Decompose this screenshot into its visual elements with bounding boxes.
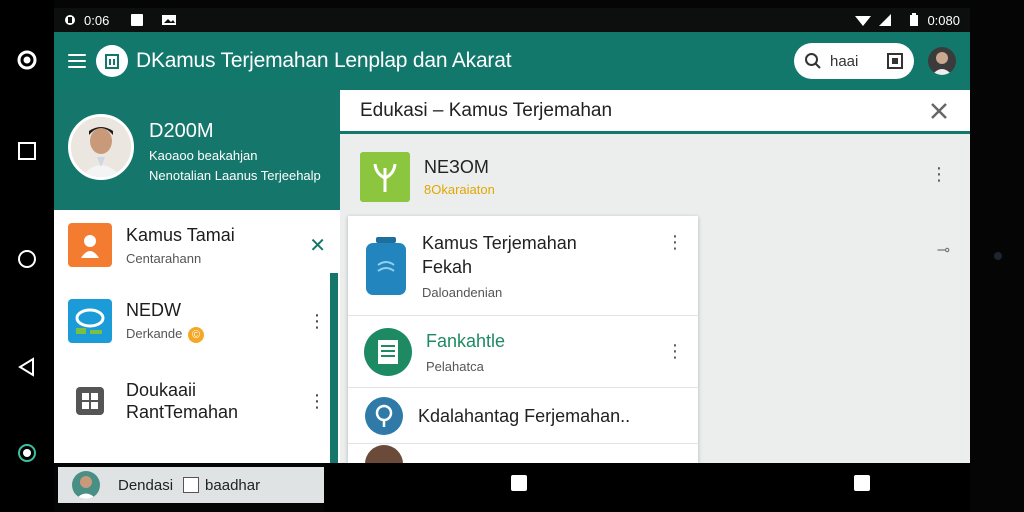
checkbox-icon[interactable] <box>183 477 200 493</box>
grid-icon <box>68 379 112 423</box>
drawer-list: Kamus Tamai Centarahann ✕ NEDW Derkande … <box>54 210 340 463</box>
featured-item[interactable]: NEЗOM 8Okaraiaton ⋮ <box>340 142 970 212</box>
list-item-subtitle: Pelahatca <box>426 359 484 374</box>
more-vert-icon[interactable]: ⋮ <box>930 164 948 185</box>
navigation-drawer: D200M Kaoaoo beakahjan Nenotalian Laanus… <box>54 90 340 463</box>
square-icon <box>131 14 144 26</box>
search-box[interactable] <box>794 43 914 79</box>
status-bar: 0:06 0:080 <box>54 8 970 32</box>
app-title: DKamus Terjemahan Lenplap dan Akarat <box>136 49 512 73</box>
person-icon <box>68 223 112 267</box>
list-item-partial[interactable] <box>348 444 698 463</box>
drawer-user-line1: Kaoaoo beakahjan <box>149 148 258 163</box>
list-item-title: Fankahtle <box>426 331 506 351</box>
home-circle-icon[interactable] <box>14 246 40 272</box>
coin-badge-icon: © <box>188 327 204 343</box>
search-icon[interactable] <box>804 52 822 70</box>
cloud-chat-icon <box>68 299 112 343</box>
plant-icon <box>360 152 410 202</box>
list-item-title: Kamus Terjemahan <box>422 233 577 253</box>
list-item-subtitle: Daloandenian <box>422 285 503 300</box>
document-list-icon <box>364 327 412 376</box>
signal-icon <box>879 13 892 26</box>
more-vert-icon[interactable]: ⋮ <box>666 341 684 362</box>
peek-avatar <box>72 471 100 499</box>
drawer-item-sublabel: Derkande © <box>126 326 204 343</box>
content-header: Edukasi – Kamus Terjemahan <box>340 90 970 134</box>
image-icon <box>162 15 177 25</box>
drawer-item-kamus-tamai[interactable]: Kamus Tamai Centarahann ✕ <box>54 214 340 276</box>
content-title: Edukasi – Kamus Terjemahan <box>360 99 613 121</box>
filter-icon[interactable] <box>886 52 904 70</box>
radio-icon[interactable] <box>14 47 40 73</box>
dot-circle-icon[interactable] <box>14 440 40 466</box>
search-input[interactable] <box>830 52 878 70</box>
app-logo-icon <box>96 45 128 77</box>
pin-icon[interactable]: ⊸ <box>937 240 950 260</box>
square-icon[interactable] <box>511 475 527 491</box>
drawer-user-name: D200M <box>149 120 214 142</box>
main-content: Edukasi – Kamus Terjemahan NEЗOM 8Okarai… <box>340 90 970 463</box>
partial-avatar-icon <box>364 444 404 463</box>
featured-title: NEЗOM <box>424 157 489 177</box>
camera-dot <box>994 252 1002 260</box>
profile-avatar[interactable] <box>928 47 956 75</box>
close-icon[interactable] <box>928 100 950 122</box>
app-title-text: Kamus Terjemahan Lenplap dan Akarat <box>150 49 512 72</box>
back-triangle-icon[interactable] <box>14 354 40 380</box>
peek-label-2: baadhar <box>205 476 261 494</box>
system-navigation <box>0 0 54 512</box>
app-bar: DKamus Terjemahan Lenplap dan Akarat <box>54 32 970 90</box>
list-item-title: Kdalahantag Ferjemahan.. <box>418 405 631 426</box>
more-vert-icon[interactable]: ⋮ <box>308 311 326 332</box>
result-card: Kamus Terjemahan Fekah Daloandenian ⋮ Fa… <box>348 216 698 463</box>
drawer-user-line2: Nenotalian Laanus Terjeehalp <box>149 168 321 183</box>
drawer-avatar[interactable] <box>68 114 134 180</box>
more-vert-icon[interactable]: ⋮ <box>666 232 684 253</box>
device-frame: 0:06 0:080 DKamus Terjemahan Lenplap dan… <box>0 0 1024 512</box>
battery-icon <box>910 13 919 26</box>
drawer-scrollbar[interactable] <box>330 273 338 463</box>
drawer-peek-item[interactable]: Dendasi baadhar <box>58 467 324 503</box>
app-title-prefix: D <box>136 49 151 72</box>
status-time-left: 0:06 <box>84 12 110 28</box>
drawer-header: D200M Kaoaoo beakahjan Nenotalian Laanus… <box>54 90 340 210</box>
location-pin-icon <box>364 396 404 436</box>
drawer-item-label: Kamus Tamai <box>126 225 235 245</box>
drawer-item-label: Doukaaii <box>126 380 197 400</box>
list-item-title-line2: Fekah <box>422 257 473 277</box>
drawer-item-nedw[interactable]: NEDW Derkande © ⋮ <box>54 290 340 352</box>
bottom-navigation <box>324 463 970 512</box>
jar-icon <box>364 235 408 297</box>
square-icon[interactable] <box>854 475 870 491</box>
peek-label: Dendasi <box>118 476 174 494</box>
recents-square-icon[interactable] <box>14 138 40 164</box>
drawer-item-sublabel: Centarahann <box>126 251 202 266</box>
menu-icon[interactable] <box>68 50 90 72</box>
list-item-kamus-terjemahan[interactable]: Kamus Terjemahan Fekah Daloandenian ⋮ <box>348 216 698 316</box>
close-icon[interactable]: ✕ <box>309 233 326 258</box>
record-icon <box>65 15 75 25</box>
drawer-item-label: NEDW <box>126 300 181 320</box>
status-time-right: 0:080 <box>927 12 960 28</box>
featured-subtitle: 8Okaraiaton <box>424 182 495 197</box>
list-item-kdalahantag[interactable]: Kdalahantag Ferjemahan.. <box>348 388 698 444</box>
more-vert-icon[interactable]: ⋮ <box>308 391 326 412</box>
wifi-icon <box>855 15 872 26</box>
list-item-fankahtle[interactable]: Fankahtle Pelahatca ⋮ <box>348 316 698 388</box>
drawer-item-label-line2: RantTemahan <box>126 402 239 422</box>
drawer-item-doukaaii[interactable]: Doukaaii RantTemahan ⋮ <box>54 366 340 436</box>
